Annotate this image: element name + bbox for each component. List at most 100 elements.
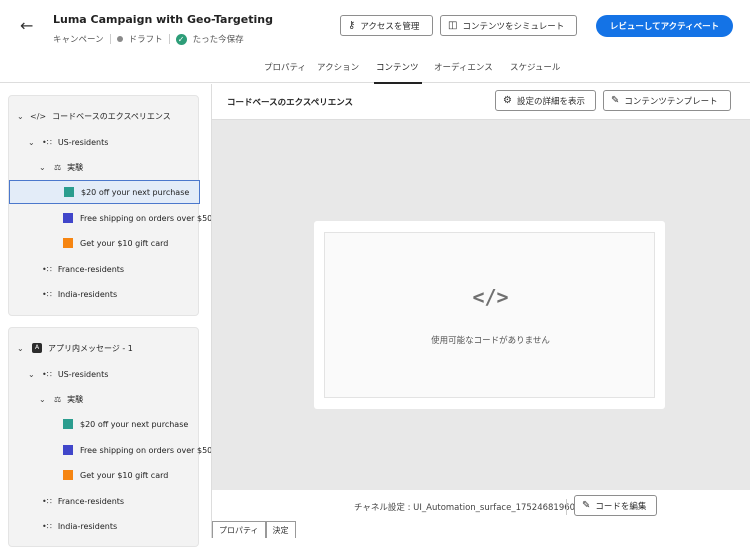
audience-icon: •∷ [42, 521, 52, 531]
tree-node-label: India-residents [57, 289, 118, 299]
tab-content[interactable]: コンテンツ [376, 61, 419, 73]
header: ← Luma Campaign with Geo-Targeting キャンペー… [0, 0, 750, 53]
campaign-title: Luma Campaign with Geo-Targeting [53, 13, 273, 26]
tree-node-label: Free shipping on orders over $50 [80, 213, 213, 223]
back-arrow-icon[interactable]: ← [20, 16, 42, 36]
tree-node-label: US-residents [57, 369, 109, 379]
main-header: コードベースのエクスペリエンス ⚙ 設定の詳細を表示 ✎ コンテンツテンプレート [211, 84, 750, 120]
tree-node-label: 実験 [67, 394, 84, 404]
tree-node-treatment[interactable]: $20 off your next purchase [9, 180, 200, 204]
tree-node-label: France-residents [57, 264, 125, 274]
flask-icon: ⚖ [54, 394, 62, 404]
tree-node-treatment[interactable]: Get your $10 gift card [63, 231, 168, 255]
tree-node-audience[interactable]: •∷ India-residents [42, 514, 117, 538]
tree-node-label: アプリ内メッセージ - 1 [48, 343, 133, 353]
action-card-codebased: ⌄ </> コードベースのエクスペリエンス ⌄ •∷ US-residents … [8, 95, 212, 316]
campaign-type: キャンペーン [53, 35, 104, 45]
tree-node-audience[interactable]: •∷ France-residents [42, 489, 124, 513]
treatment-color-icon [64, 187, 74, 197]
audience-icon: •∷ [42, 137, 52, 147]
audience-icon: •∷ [42, 264, 52, 274]
code-icon: </> [30, 111, 47, 121]
tree-node-inapp[interactable]: ⌄ A アプリ内メッセージ - 1 [17, 336, 133, 360]
treatment-color-icon [63, 238, 73, 248]
simulate-content-label: コンテンツをシミュレート [462, 21, 565, 32]
bottom-tab-bar: プロパティ 決定 [212, 521, 296, 538]
footer-bar: チャネル設定 : UI_Automation_surface_175246819… [211, 490, 750, 538]
chevron-down-icon[interactable]: ⌄ [39, 395, 49, 404]
tab-audience[interactable]: オーディエンス [434, 61, 493, 73]
saved-label: たった今保存 [192, 35, 244, 45]
app-icon: A [32, 343, 42, 353]
chevron-down-icon[interactable]: ⌄ [28, 370, 38, 379]
review-activate-label: レビューしてアクティベート [609, 22, 720, 32]
review-activate-button[interactable]: レビューしてアクティベート [596, 15, 733, 37]
empty-state-card: </> 使用可能なコードがありません [314, 221, 665, 409]
manage-access-button[interactable]: ⚷ アクセスを管理 [340, 15, 433, 36]
content-template-button[interactable]: ✎ コンテンツテンプレート [603, 90, 731, 111]
tree-node-label: Get your $10 gift card [80, 470, 169, 480]
tree-node-codebased[interactable]: ⌄ </> コードベースのエクスペリエンス [17, 104, 171, 128]
tree-node-treatment[interactable]: Free shipping on orders over $50 [63, 206, 212, 230]
bottom-tab-properties[interactable]: プロパティ [212, 521, 266, 538]
treatment-color-icon [63, 470, 73, 480]
tree-node-treatment[interactable]: Free shipping on orders over $50 [63, 438, 212, 462]
chevron-down-icon[interactable]: ⌄ [28, 138, 38, 147]
tab-schedule[interactable]: スケジュール [510, 61, 560, 73]
simulate-content-button[interactable]: ◫ コンテンツをシミュレート [440, 15, 577, 36]
tree-node-label: コードベースのエクスペリエンス [52, 111, 171, 121]
empty-state-frame: </> 使用可能なコードがありません [324, 232, 655, 398]
tree-node-label: 実験 [67, 162, 84, 172]
flask-icon: ⚖ [54, 162, 62, 172]
tree-node-experiment[interactable]: ⌄ ⚖ 実験 [39, 387, 83, 411]
tree-node-label: France-residents [57, 496, 125, 506]
manage-access-label: アクセスを管理 [360, 21, 420, 32]
tab-properties[interactable]: プロパティ [264, 61, 306, 73]
checkmark-icon: ✓ [175, 33, 187, 45]
bottom-tab-decision[interactable]: 決定 [265, 521, 296, 538]
simulate-icon: ◫ [448, 19, 458, 31]
code-icon: </> [472, 285, 509, 309]
tree-node-treatment[interactable]: $20 off your next purchase [63, 412, 188, 436]
chevron-down-icon[interactable]: ⌄ [39, 163, 49, 172]
tree-node-label: Free shipping on orders over $50 [80, 445, 213, 455]
tree-node-audience[interactable]: •∷ India-residents [42, 282, 117, 306]
key-icon: ⚷ [348, 19, 356, 31]
treatment-color-icon [63, 213, 73, 223]
view-settings-details-label: 設定の詳細を表示 [516, 96, 585, 107]
audience-icon: •∷ [42, 289, 52, 299]
channel-config-label: チャネル設定 : UI_Automation_surface_175246819… [354, 503, 586, 513]
tree-node-experiment[interactable]: ⌄ ⚖ 実験 [39, 155, 83, 179]
edit-code-label: コードを編集 [595, 501, 647, 512]
treatment-color-icon [63, 419, 73, 429]
chevron-down-icon[interactable]: ⌄ [17, 112, 27, 121]
status-label: ドラフト [128, 35, 163, 45]
audience-icon: •∷ [42, 369, 52, 379]
settings-icon: ⚙ [503, 94, 512, 106]
divider [168, 34, 170, 44]
tree-node-audience[interactable]: ⌄ •∷ US-residents [28, 362, 108, 386]
tree-node-label: $20 off your next purchase [81, 187, 190, 197]
tab-actions[interactable]: アクション [317, 61, 359, 73]
audience-icon: •∷ [42, 496, 52, 506]
view-settings-details-button[interactable]: ⚙ 設定の詳細を表示 [495, 90, 596, 111]
pencil-icon: ✎ [582, 499, 591, 511]
tree-node-label: India-residents [57, 521, 118, 531]
campaign-meta: キャンペーン ドラフト ✓ たった今保存 [53, 33, 244, 45]
tree-node-audience[interactable]: ⌄ •∷ US-residents [28, 130, 108, 154]
empty-state-text: 使用可能なコードがありません [431, 336, 550, 346]
tree-node-label: $20 off your next purchase [80, 419, 189, 429]
content-template-label: コンテンツテンプレート [624, 96, 718, 107]
chevron-down-icon[interactable]: ⌄ [17, 344, 27, 353]
main-title: コードベースのエクスペリエンス [227, 98, 354, 108]
tree-node-treatment[interactable]: Get your $10 gift card [63, 463, 168, 487]
divider [109, 34, 111, 44]
status-dot-icon [116, 36, 123, 42]
action-card-inapp: ⌄ A アプリ内メッセージ - 1 ⌄ •∷ US-residents ⌄ ⚖ … [8, 327, 212, 547]
tree-node-audience[interactable]: •∷ France-residents [42, 257, 124, 281]
tree-node-label: Get your $10 gift card [80, 238, 169, 248]
treatment-color-icon [63, 445, 73, 455]
edit-code-button[interactable]: ✎ コードを編集 [574, 495, 657, 516]
tab-bar: プロパティ アクション コンテンツ オーディエンス スケジュール [0, 56, 750, 84]
content-canvas: </> 使用可能なコードがありません [211, 120, 750, 490]
